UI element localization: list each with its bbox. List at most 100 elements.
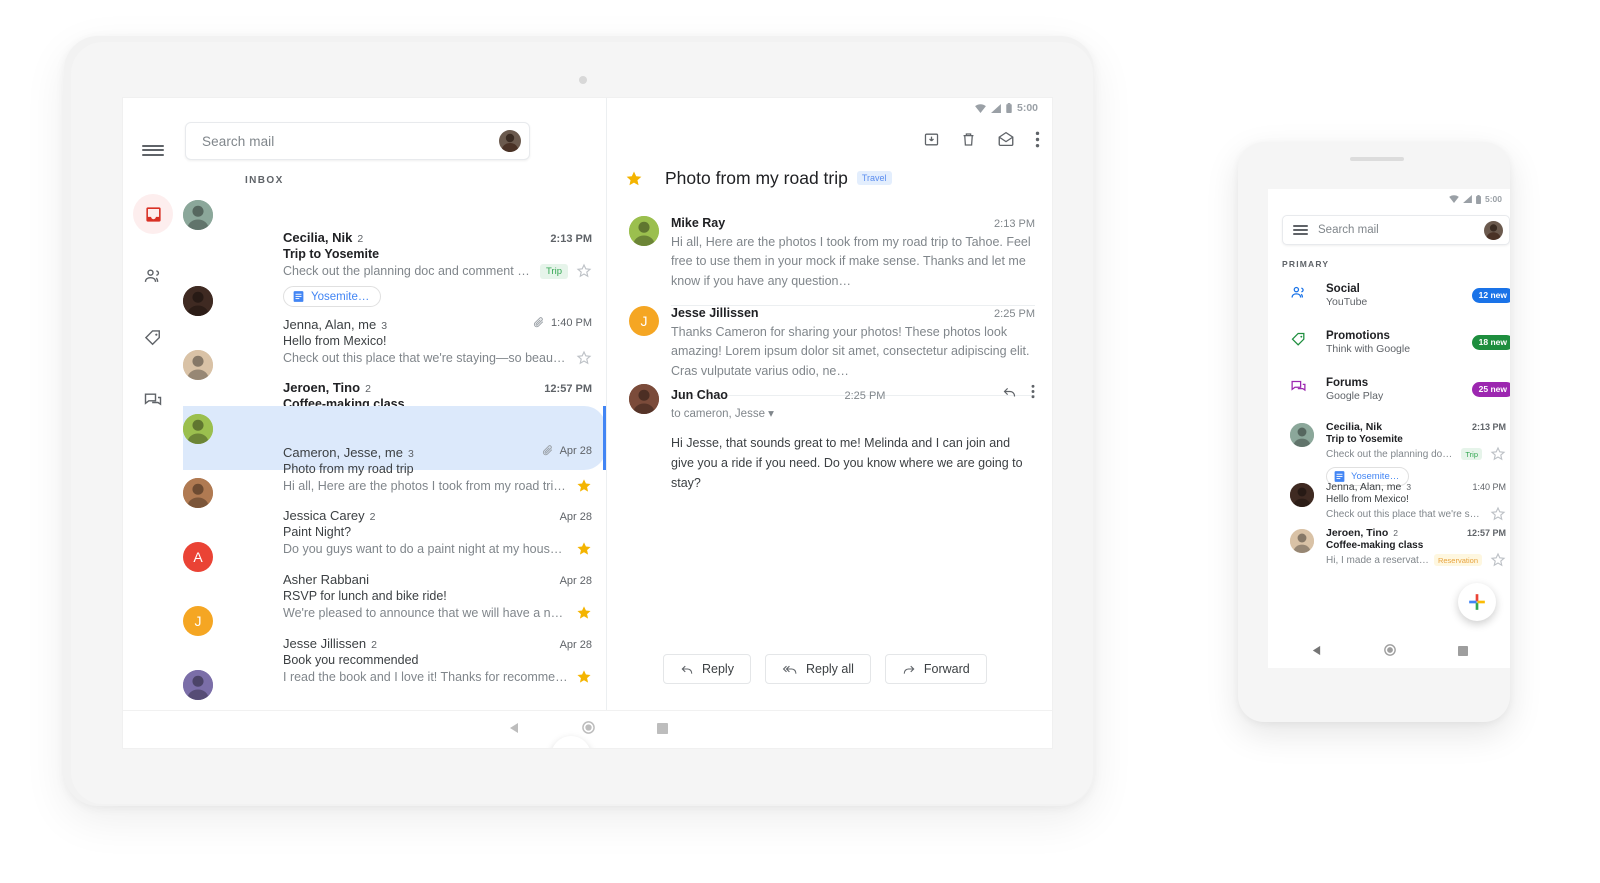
more-options-icon[interactable] xyxy=(1035,131,1040,153)
message-item[interactable]: Mike Ray 2:13 PM Hi all, Here are the ph… xyxy=(607,216,1052,307)
recents-icon[interactable] xyxy=(1457,643,1468,661)
home-icon[interactable] xyxy=(581,720,595,739)
account-avatar[interactable] xyxy=(499,130,521,152)
avatar[interactable] xyxy=(1290,483,1314,507)
avatar[interactable]: A xyxy=(183,542,213,572)
thread-message-count: 3 xyxy=(407,448,414,460)
star-icon-outline[interactable] xyxy=(576,263,592,279)
message-body: Hi Jesse, that sounds great to me! Melin… xyxy=(671,436,1023,490)
thread-time: 1:40 PM xyxy=(551,316,592,329)
category-title: Forums xyxy=(1326,376,1369,389)
battery-icon xyxy=(1476,194,1481,204)
phone-category-row[interactable]: Promotions Think with Google 18 new xyxy=(1268,322,1510,362)
avatar[interactable] xyxy=(183,670,213,700)
sidebar-item-social[interactable] xyxy=(133,256,173,296)
reply-all-button[interactable]: Reply all xyxy=(764,654,871,684)
message-item[interactable]: J Jesse Jillissen 2:25 PM Thanks Cameron… xyxy=(607,306,1052,397)
thread-subject: Trip to Yosemite xyxy=(283,247,380,261)
category-subtitle: Think with Google xyxy=(1326,342,1411,355)
battery-icon xyxy=(1006,103,1012,113)
inbox-section-header: INBOX xyxy=(245,175,284,186)
account-avatar[interactable] xyxy=(1484,220,1503,240)
avatar[interactable] xyxy=(183,286,213,316)
reply-actions: Reply Reply all Forward xyxy=(607,654,1052,684)
wifi-icon xyxy=(1449,195,1459,203)
search-input[interactable]: Search mail xyxy=(202,134,499,149)
category-title: Social xyxy=(1326,282,1360,295)
back-icon[interactable] xyxy=(508,721,520,739)
avatar[interactable] xyxy=(1290,529,1314,553)
forum-icon xyxy=(144,393,162,406)
star-icon-outline[interactable] xyxy=(1490,506,1506,522)
sender-avatar[interactable] xyxy=(629,216,659,246)
forward-button[interactable]: Forward xyxy=(884,654,987,684)
hamburger-menu-icon[interactable] xyxy=(1293,224,1308,236)
sidebar-item-inbox[interactable] xyxy=(133,194,173,234)
message-sender: Mike Ray xyxy=(671,216,726,230)
recents-icon[interactable] xyxy=(656,721,668,739)
avatar[interactable] xyxy=(1290,423,1314,447)
thread-list-item[interactable]: Jessica Carey 2 Apr 28 Paint Night? Do y… xyxy=(183,470,606,556)
message-toolbar xyxy=(923,130,1040,153)
back-icon[interactable] xyxy=(1311,643,1322,661)
thread-snippet: Check out the planning doc… xyxy=(1326,448,1457,460)
phone-compose-fab[interactable] xyxy=(1458,583,1496,621)
phone-category-row[interactable]: Social YouTube 12 new xyxy=(1268,275,1510,315)
mark-unread-icon[interactable] xyxy=(997,130,1015,153)
home-icon[interactable] xyxy=(1383,643,1396,661)
screenshot-root: Search mail INBOX Cecilia, Nik 2 2:13 PM… xyxy=(0,0,1600,883)
inbox-icon xyxy=(145,206,161,222)
thread-list-item[interactable]: Jenna, Alan, me 3 1:40 PM Hello from Mex… xyxy=(183,278,606,365)
thread-list-item[interactable]: Cameron, Jesse, me 3 Apr 28 Photo from m… xyxy=(183,406,606,493)
thread-senders: Jeroen, Tino xyxy=(283,380,361,395)
thread-snippet: Check out this place that we're st… xyxy=(1326,508,1482,520)
reply-icon xyxy=(681,665,693,674)
tablet-screen: Search mail INBOX Cecilia, Nik 2 2:13 PM… xyxy=(123,98,1052,748)
phone-thread-list-item[interactable]: Jeroen, Tino 2 12:57 PM Coffee-making cl… xyxy=(1268,527,1510,573)
search-bar[interactable]: Search mail xyxy=(185,122,530,160)
delete-icon[interactable] xyxy=(960,131,977,153)
message-sender: Jesse Jillissen xyxy=(671,306,759,320)
thread-time: Apr 28 xyxy=(559,511,592,523)
sender-avatar[interactable]: J xyxy=(629,306,659,336)
message-recipients[interactable]: to cameron, Jesse ▾ xyxy=(671,406,1035,420)
avatar[interactable] xyxy=(183,478,213,508)
phone-search-bar[interactable]: Search mail xyxy=(1282,215,1510,245)
phone-thread-list-item[interactable]: Cecilia, Nik 2:13 PM Trip to Yosemite Ch… xyxy=(1268,421,1510,486)
star-icon-outline[interactable] xyxy=(1490,446,1506,462)
star-icon-outline[interactable] xyxy=(1490,552,1506,568)
phone-search-input[interactable]: Search mail xyxy=(1318,224,1484,236)
avatar[interactable] xyxy=(183,350,213,380)
thread-label-chip[interactable]: Trip xyxy=(1461,448,1482,460)
sender-avatar[interactable] xyxy=(629,384,659,414)
thread-list-item[interactable]: A Asher Rabbani Apr 28 RSVP for lunch an… xyxy=(183,534,606,620)
thread-list-item[interactable]: J Jesse Jillissen 2 Apr 28 Book you reco… xyxy=(183,598,606,684)
thread-list-item[interactable]: Cecilia, Nik 2 2:13 PM Trip to Yosemite … xyxy=(183,192,606,307)
sidebar-item-forums[interactable] xyxy=(133,380,173,420)
travel-label-chip[interactable]: Travel xyxy=(856,170,892,185)
sidebar-item-promotions[interactable] xyxy=(133,318,173,358)
chevron-down-icon[interactable]: ▾ xyxy=(768,408,774,420)
thread-label-chip[interactable]: Reservation xyxy=(1433,554,1482,566)
reply-icon[interactable] xyxy=(1002,384,1017,404)
star-icon-filled[interactable] xyxy=(625,170,643,188)
reply-button[interactable]: Reply xyxy=(663,654,751,684)
phone-category-row[interactable]: Forums Google Play 25 new xyxy=(1268,369,1510,409)
thread-list-item[interactable]: Jeroen, Tino 2 12:57 PM Coffee-making cl… xyxy=(183,342,606,429)
thread-time: 2:13 PM xyxy=(1471,422,1506,432)
avatar[interactable] xyxy=(183,414,213,444)
thread-senders: Asher Rabbani xyxy=(283,572,369,587)
people-icon xyxy=(1291,286,1304,298)
message-item[interactable]: Jun Chao 2:25 PM to cameron, Jesse ▾ Hi … xyxy=(607,384,1052,507)
phone-thread-list-item[interactable]: Jenna, Alan, me 3 1:40 PM Hello from Mex… xyxy=(1268,481,1510,527)
tablet-camera xyxy=(579,76,587,84)
hamburger-menu-icon[interactable] xyxy=(123,128,183,172)
phone-speaker xyxy=(1350,157,1404,161)
avatar[interactable]: J xyxy=(183,606,213,636)
more-options-icon[interactable] xyxy=(1031,384,1035,404)
plus-icon xyxy=(1469,594,1485,610)
avatar[interactable] xyxy=(183,200,213,230)
archive-icon[interactable] xyxy=(923,131,940,153)
thread-message-count: 2 xyxy=(1393,528,1398,538)
thread-label-chip[interactable]: Trip xyxy=(539,263,568,279)
